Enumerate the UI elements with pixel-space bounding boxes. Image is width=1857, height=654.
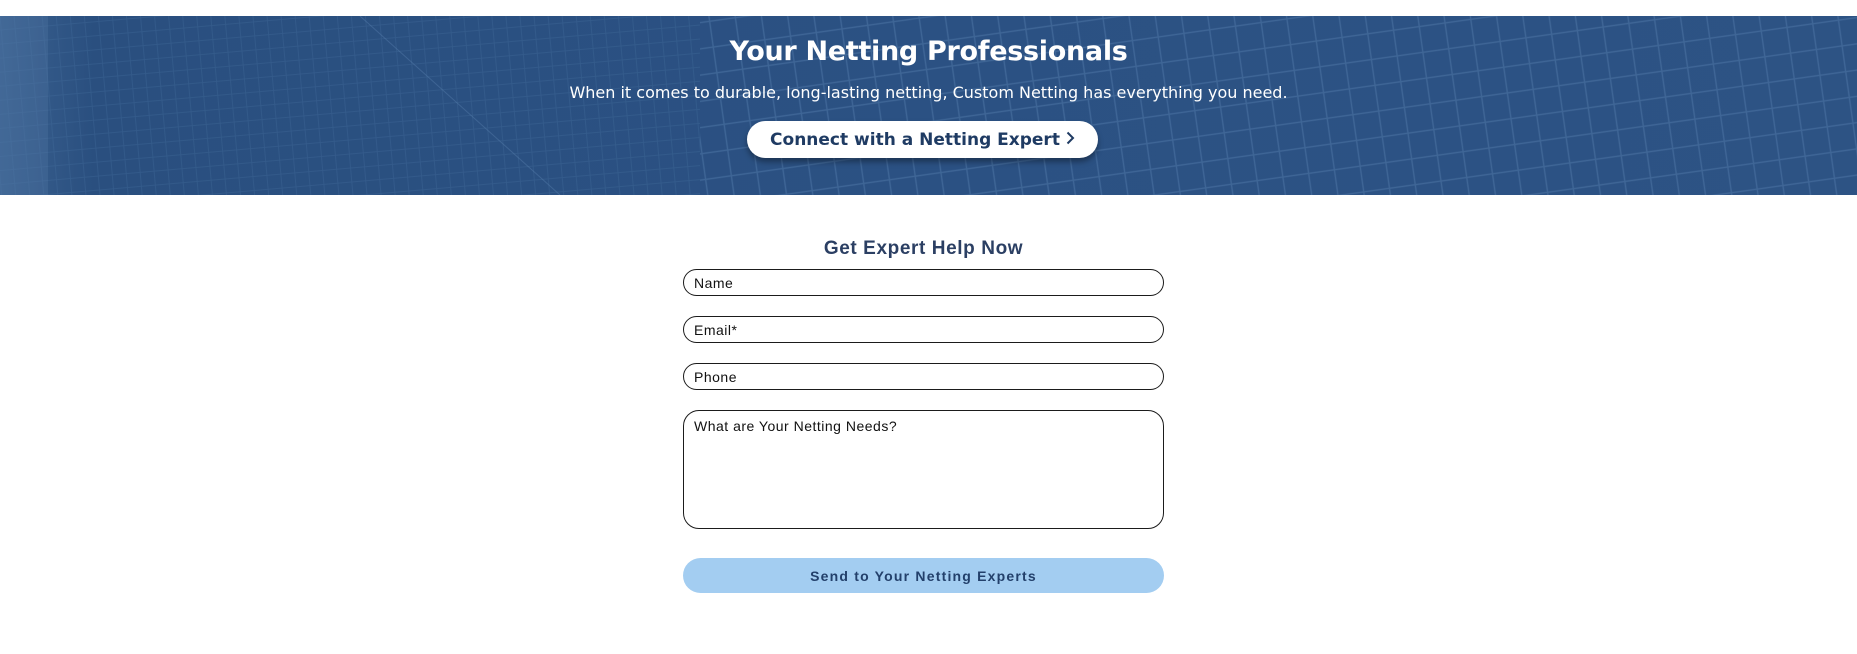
send-button[interactable]: Send to Your Netting Experts [683,558,1164,593]
hero-banner: Your Netting Professionals When it comes… [0,16,1857,195]
name-field[interactable] [683,269,1164,296]
hero-title: Your Netting Professionals [729,36,1128,67]
top-spacer [0,0,1857,16]
connect-expert-button[interactable]: Connect with a Netting Expert [747,121,1098,158]
netting-needs-field[interactable] [683,410,1164,529]
connect-expert-button-label: Connect with a Netting Expert [770,129,1060,150]
expert-help-form: Get Expert Help Now Send to Your Netting… [683,236,1164,593]
chevron-right-icon [1066,130,1075,150]
hero-subtitle: When it comes to durable, long-lasting n… [569,83,1288,102]
form-title: Get Expert Help Now [823,238,1024,259]
phone-field[interactable] [683,363,1164,390]
email-field[interactable] [683,316,1164,343]
